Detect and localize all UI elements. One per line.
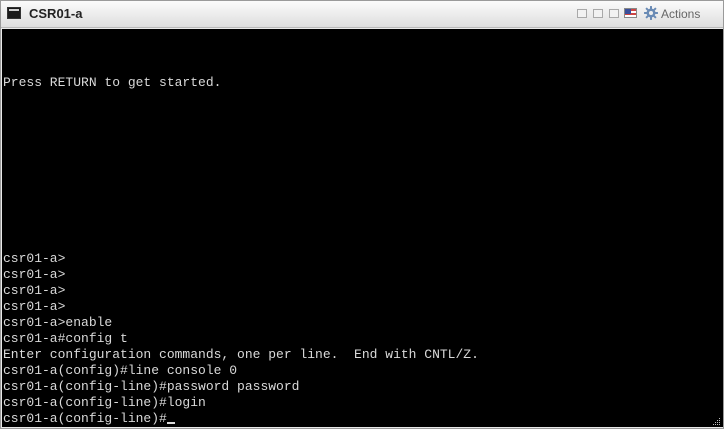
- title-bar[interactable]: CSR01-a Actions: [1, 1, 723, 28]
- terminal-line: csr01-a(config-line)#login: [3, 395, 206, 410]
- window-title: CSR01-a: [29, 6, 83, 21]
- terminal-prompt: csr01-a(config-line)#: [3, 411, 167, 426]
- resize-grip-icon[interactable]: [711, 415, 721, 425]
- terminal-line: csr01-a(config-line)#password password: [3, 379, 300, 394]
- maximize-button[interactable]: [609, 9, 619, 18]
- terminal-line: csr01-a(config)#line console 0: [3, 363, 238, 378]
- actions-menu[interactable]: Actions: [661, 7, 700, 21]
- terminal-line: csr01-a>: [3, 267, 66, 282]
- terminal-line: csr01-a>: [3, 251, 66, 266]
- terminal-screen[interactable]: Press RETURN to get started. csr01-a> cs…: [2, 29, 723, 427]
- minimize-button[interactable]: [577, 9, 587, 18]
- terminal-prompt-line: csr01-a(config-line)#: [3, 411, 175, 427]
- terminal-line: csr01-a>: [3, 283, 66, 298]
- terminal-icon: [7, 7, 21, 19]
- terminal-line: csr01-a#config t: [3, 331, 128, 346]
- terminal-line: csr01-a>enable: [3, 315, 113, 330]
- terminal-cursor: [166, 422, 175, 424]
- restore-button[interactable]: [593, 9, 603, 18]
- terminal-line: Enter configuration commands, one per li…: [3, 347, 479, 362]
- gear-icon[interactable]: [643, 5, 659, 21]
- terminal-banner: Press RETURN to get started.: [3, 75, 222, 90]
- terminal-line: csr01-a>: [3, 299, 66, 314]
- console-window: CSR01-a Actions Press RETURN to get star…: [0, 0, 724, 429]
- flag-icon[interactable]: [624, 8, 637, 18]
